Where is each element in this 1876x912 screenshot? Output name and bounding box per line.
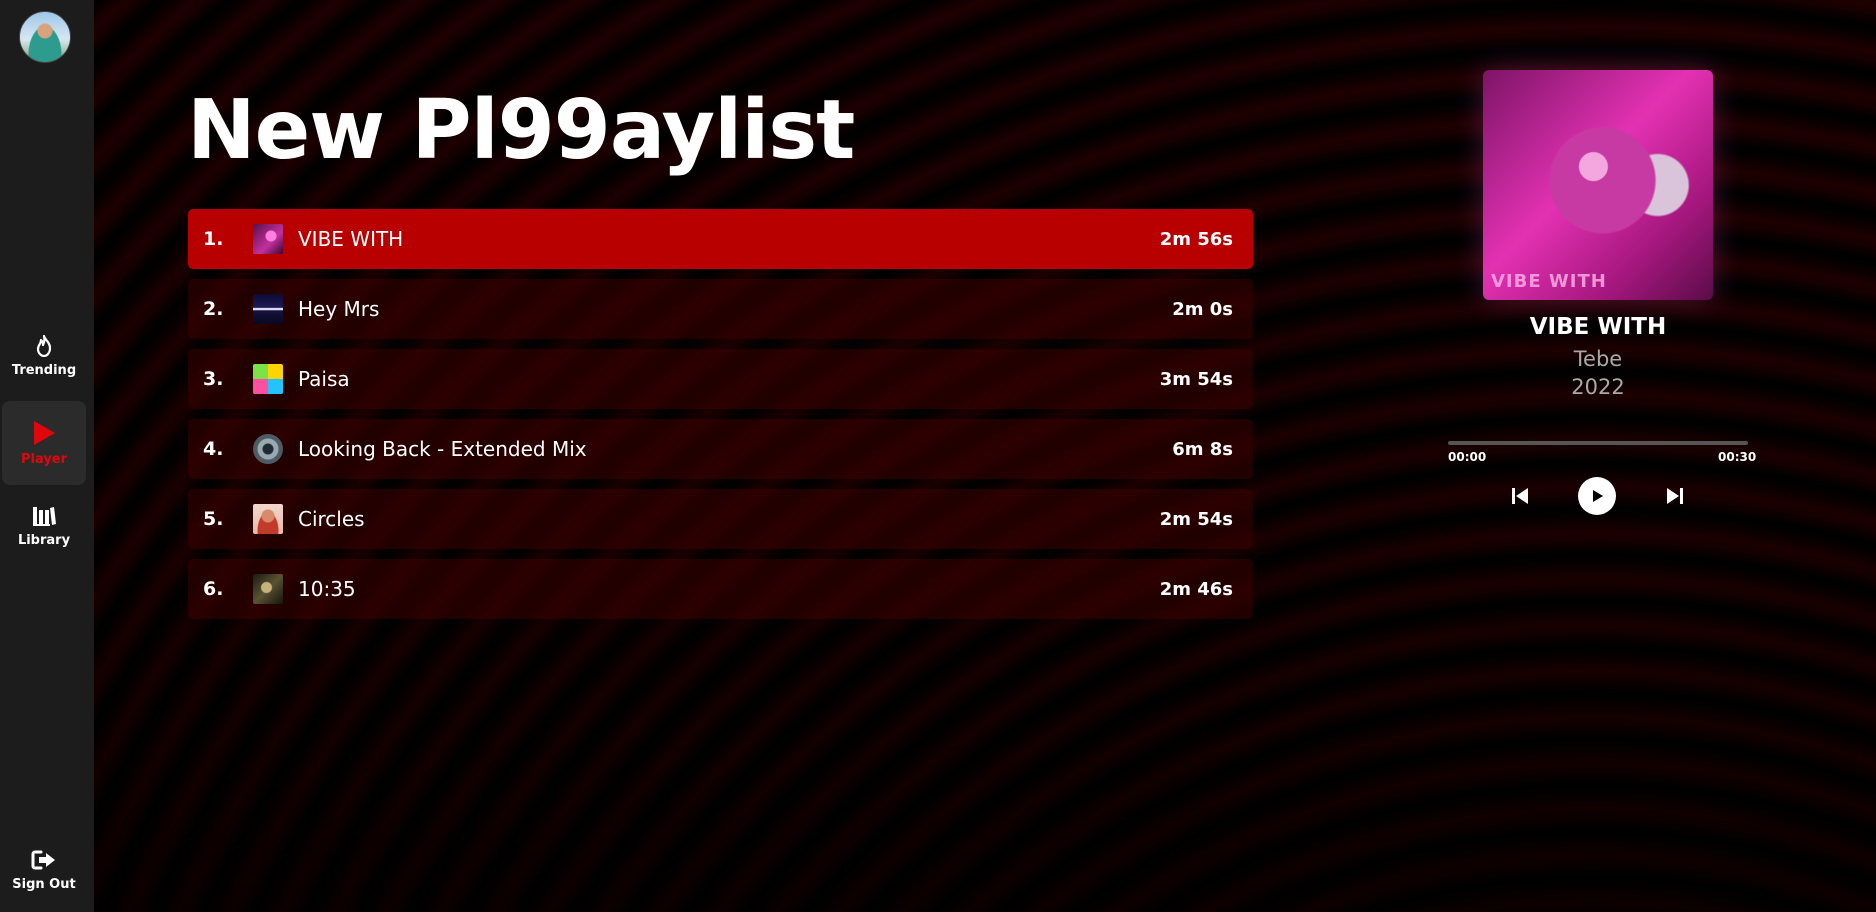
track-title: 10:35: [298, 577, 356, 601]
track-row[interactable]: 4. Looking Back - Extended Mix 6m 8s: [188, 419, 1253, 479]
play-icon: [1593, 490, 1603, 502]
play-triangle-icon: [34, 420, 55, 445]
track-thumbnail: [253, 574, 283, 604]
play-button[interactable]: [1578, 477, 1616, 515]
sidebar-item-library[interactable]: Library: [2, 484, 86, 568]
sign-out-icon: [31, 850, 55, 869]
previous-button[interactable]: [1508, 484, 1532, 508]
track-title: Hey Mrs: [298, 297, 380, 321]
track-duration: 2m 56s: [1159, 228, 1233, 250]
track-title: Circles: [298, 507, 365, 531]
page-title: New Pl99aylist: [187, 83, 855, 178]
cover-text: VIBE WITH: [1491, 271, 1607, 292]
sign-out-button[interactable]: Sign Out: [2, 828, 86, 912]
track-number: 3.: [203, 368, 224, 390]
app: Trending Player Library Sign Out New Pl9…: [0, 0, 1876, 912]
track-title: Paisa: [298, 367, 350, 391]
track-title: Looking Back - Extended Mix: [298, 437, 587, 461]
skip-back-icon: [1512, 488, 1528, 504]
album-cover: VIBE WITH: [1483, 70, 1713, 300]
next-button[interactable]: [1663, 484, 1687, 508]
current-time: 00:00: [1448, 450, 1487, 464]
library-icon: [33, 506, 56, 526]
track-number: 5.: [203, 508, 224, 530]
track-row[interactable]: 5. Circles 2m 54s: [188, 489, 1253, 549]
track-thumbnail: [253, 294, 283, 324]
track-thumbnail: [253, 364, 283, 394]
track-duration: 2m 54s: [1159, 508, 1233, 530]
track-number: 4.: [203, 438, 224, 460]
now-playing-title: VIBE WITH: [1529, 314, 1667, 340]
track-title: VIBE WITH: [298, 227, 404, 251]
sidebar-item-trending[interactable]: Trending: [2, 314, 86, 398]
track-row[interactable]: 1. VIBE WITH 2m 56s: [188, 209, 1253, 269]
sign-out-label: Sign Out: [12, 876, 76, 892]
track-thumbnail: [253, 224, 283, 254]
progress-bar[interactable]: [1448, 441, 1748, 445]
track-row[interactable]: 2. Hey Mrs 2m 0s: [188, 279, 1253, 339]
track-thumbnail: [253, 434, 283, 464]
track-thumbnail: [253, 504, 283, 534]
sidebar-item-label: Player: [20, 451, 68, 467]
track-row[interactable]: 6. 10:35 2m 46s: [188, 559, 1253, 619]
total-time: 00:30: [1718, 450, 1757, 464]
sidebar-item-player[interactable]: Player: [2, 401, 86, 485]
track-row[interactable]: 3. Paisa 3m 54s: [188, 349, 1253, 409]
track-duration: 2m 0s: [1172, 298, 1233, 320]
sidebar-item-label: Trending: [11, 362, 77, 378]
sidebar: Trending Player Library Sign Out: [0, 0, 94, 912]
avatar[interactable]: [19, 11, 71, 63]
sidebar-item-label: Library: [17, 532, 71, 548]
track-duration: 2m 46s: [1159, 578, 1233, 600]
flame-icon: [36, 334, 52, 357]
track-duration: 3m 54s: [1159, 368, 1233, 390]
track-duration: 6m 8s: [1172, 438, 1233, 460]
track-list: 1. VIBE WITH 2m 56s 2. Hey Mrs 2m 0s 3. …: [188, 209, 1253, 629]
now-playing-artist: Tebe: [1573, 347, 1623, 371]
now-playing-year: 2022: [1571, 375, 1625, 399]
track-number: 2.: [203, 298, 224, 320]
track-number: 1.: [203, 228, 224, 250]
track-number: 6.: [203, 578, 224, 600]
skip-forward-icon: [1667, 488, 1683, 504]
